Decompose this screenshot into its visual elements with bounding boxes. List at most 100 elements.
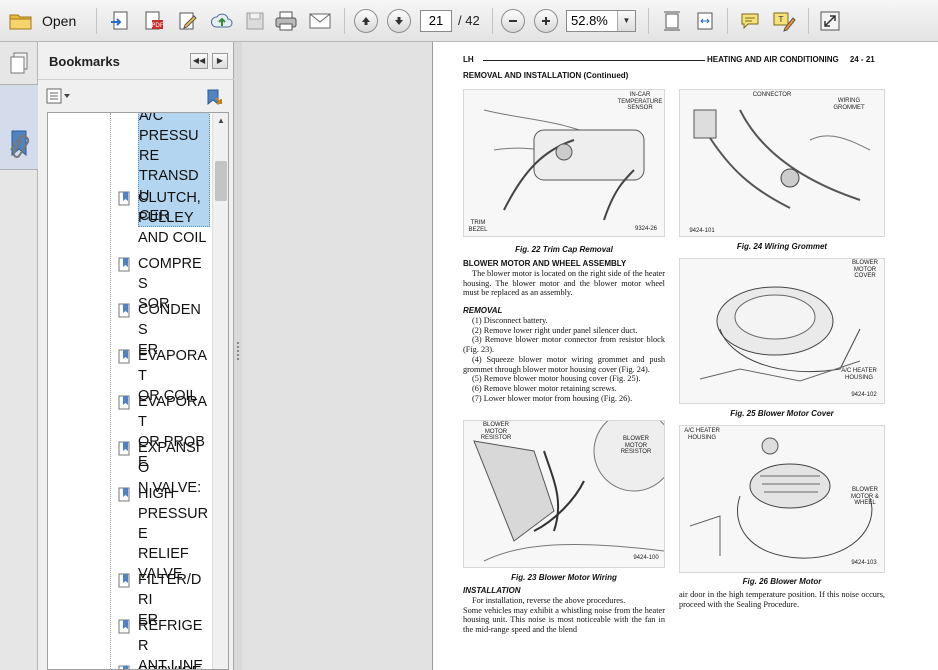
edit-pencil-icon	[179, 12, 197, 30]
export-pdf-icon: PDF	[145, 11, 164, 30]
bookmark-item[interactable]: CLUTCH, PULLEY AND COIL	[138, 188, 210, 248]
bookmark-page-icon	[118, 573, 132, 589]
fig24-caption: Fig. 24 Wiring Grommet	[736, 242, 828, 251]
close-panel-button[interactable]: ▶	[212, 53, 228, 69]
email-button[interactable]	[306, 8, 334, 34]
fig25-caption: Fig. 25 Blower Motor Cover	[730, 409, 834, 418]
tree-guide-line	[110, 113, 111, 669]
fig23-figure-number: 9424-100	[633, 555, 659, 561]
fig22-caption: Fig. 22 Trim Cap Removal	[515, 245, 613, 254]
printer-icon	[275, 11, 297, 31]
header-rule	[483, 60, 705, 61]
save-button[interactable]	[242, 8, 268, 34]
bookmark-page-icon	[118, 349, 132, 365]
header-left: LH	[463, 55, 474, 64]
highlight-button[interactable]: T	[770, 8, 798, 34]
bookmark-tree: A/C PRESSURE TRANSDU CER CLUTCH, PULLEY A…	[47, 112, 229, 670]
bookmark-page-icon	[118, 487, 132, 503]
create-pdf-button[interactable]	[108, 8, 134, 34]
paperclip-icon	[10, 134, 30, 158]
fig24-label-connector: CONNECTOR	[752, 92, 792, 98]
comment-button[interactable]	[737, 8, 763, 34]
export-pdf-button[interactable]: PDF	[141, 8, 167, 34]
bookmark-expand-icon	[207, 89, 222, 106]
chevron-down-icon[interactable]: ▼	[617, 11, 635, 31]
edit-pdf-button[interactable]	[175, 8, 201, 34]
removal-step: (6) Remove blower motor retaining screws…	[472, 383, 617, 393]
installation-paragraph: For installation, reverse the above proc…	[463, 596, 665, 635]
fig22-label-bezel: TRIM BEZEL	[468, 220, 488, 233]
scrollbar-thumb[interactable]	[215, 161, 227, 201]
trim-cap-drawing	[483, 109, 645, 221]
removal-heading: REMOVAL	[463, 306, 503, 315]
pages-panel-button[interactable]	[6, 50, 32, 76]
zoom-value: 52.8%	[571, 13, 608, 28]
expand-bookmark-button[interactable]	[204, 88, 226, 108]
fit-page-icon	[664, 11, 680, 31]
fullscreen-button[interactable]	[817, 8, 843, 34]
fit-page-button[interactable]	[659, 8, 685, 34]
options-list-icon	[46, 88, 70, 104]
fig25-label-housing: A/C HEATER HOUSING	[841, 368, 877, 381]
removal-step: (5) Remove blower motor housing cover (F…	[472, 374, 641, 384]
installation-heading: INSTALLATION	[463, 586, 521, 595]
zoom-in-button[interactable]	[534, 9, 558, 33]
removal-steps: (1) Disconnect battery. (2) Remove lower …	[463, 316, 665, 403]
open-button[interactable]: Open	[6, 8, 80, 34]
print-button[interactable]	[272, 8, 300, 34]
create-pdf-icon	[111, 11, 128, 30]
toolbar-divider	[727, 8, 728, 34]
pages-icon	[10, 52, 28, 74]
folder-icon	[9, 14, 32, 30]
bookmarks-panel: Bookmarks ◀◀ ▶ A/C PRESSURE TRANSDU CER C…	[38, 42, 234, 670]
removal-step: (2) Remove lower right under panel silen…	[472, 325, 638, 335]
bookmark-page-icon	[118, 665, 132, 669]
bookmark-page-icon	[118, 303, 132, 319]
collapse-panel-button[interactable]: ◀◀	[190, 53, 208, 69]
fig24-label-grommet: WIRING GROMMET	[833, 98, 865, 111]
fig26-caption: Fig. 26 Blower Motor	[742, 577, 822, 586]
bookmark-item[interactable]: SERVICE	[138, 662, 210, 669]
plus-icon	[542, 17, 550, 25]
blower-motor-cover-drawing	[699, 286, 861, 382]
bookmark-page-icon	[118, 257, 132, 273]
page-number-input[interactable]: 21	[420, 10, 452, 32]
removal-step: (4) Squeeze blower motor wiring grommet …	[463, 354, 665, 374]
speech-bubble-icon	[741, 13, 759, 30]
previous-page-button[interactable]	[354, 9, 378, 33]
bookmarks-header: Bookmarks ◀◀ ▶	[38, 42, 234, 80]
open-button-label: Open	[42, 13, 77, 29]
fig22-label-sensor: IN-CAR TEMPERATURE SENSOR	[617, 92, 663, 111]
pdf-page: LH HEATING AND AIR CONDITIONING 24 - 21 …	[432, 42, 938, 670]
zoom-out-button[interactable]	[501, 9, 525, 33]
bookmark-scrollbar[interactable]: ▲	[212, 113, 228, 669]
toolbar-divider	[344, 8, 345, 34]
fit-width-button[interactable]	[692, 8, 718, 34]
section-title: REMOVAL AND INSTALLATION (Continued)	[463, 71, 629, 80]
scroll-up-button[interactable]: ▲	[213, 113, 228, 129]
bookmark-page-icon	[118, 441, 132, 457]
fig25-figure-number: 9424-102	[851, 392, 877, 398]
figure-25-illustration	[679, 258, 885, 404]
blower-paragraph: The blower motor is located on the right…	[463, 269, 665, 298]
bookmark-page-icon	[118, 395, 132, 411]
removal-step: (3) Remove blower motor connector from r…	[463, 335, 665, 355]
fig26-label-housing: A/C HEATER HOUSING	[684, 428, 720, 441]
zoom-select[interactable]: 52.8% ▼	[566, 10, 636, 32]
bookmark-item[interactable]: HIGH PRESSURE RELIEF VALVE	[138, 484, 210, 584]
bookmark-page-icon	[118, 619, 132, 635]
next-page-button[interactable]	[387, 9, 411, 33]
scroll-up-arrow-icon: ▲	[217, 116, 225, 125]
upload-button[interactable]	[208, 8, 236, 34]
bookmarks-title: Bookmarks	[49, 54, 120, 69]
save-disk-icon	[246, 12, 264, 30]
figure-24-illustration	[679, 89, 885, 237]
toolbar-divider	[492, 8, 493, 34]
toolbar-divider	[648, 8, 649, 34]
bookmark-options-button[interactable]	[46, 88, 72, 106]
blower-heading: BLOWER MOTOR AND WHEEL ASSEMBLY	[463, 259, 627, 268]
fig23-label-resistor-right: BLOWER MOTOR RESISTOR	[620, 436, 652, 455]
arrow-down-icon	[395, 17, 403, 25]
panel-resize-handle[interactable]	[234, 42, 242, 670]
attachments-panel-button[interactable]	[6, 134, 32, 162]
